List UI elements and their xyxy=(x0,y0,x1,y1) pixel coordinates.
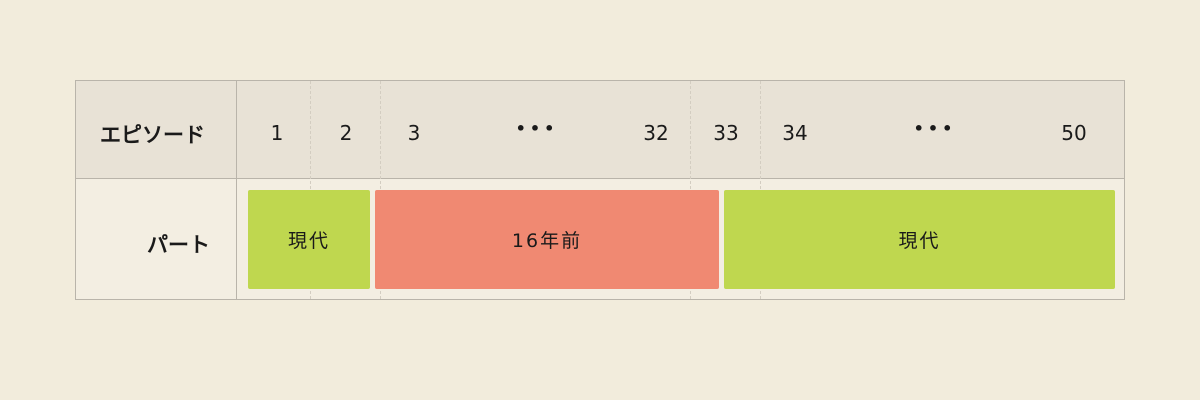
part-row-label: パート xyxy=(147,233,210,257)
episode-number-32: 32 xyxy=(643,121,669,145)
episode-part-table: エピソード 1 2 3 ••• 32 33 34 ••• 50 パート 現代 1… xyxy=(75,80,1125,300)
episode-row-label: エピソード xyxy=(100,123,205,147)
episode-ellipsis: ••• xyxy=(913,119,957,138)
episode-number-2: 2 xyxy=(339,121,353,145)
episode-number-34: 34 xyxy=(782,121,808,145)
part-segment-16-years-ago: 16年前 xyxy=(375,190,719,289)
episode-number-1: 1 xyxy=(270,121,284,145)
episode-ellipsis: ••• xyxy=(515,119,559,138)
part-segment-present-1: 現代 xyxy=(248,190,370,289)
episode-header-row xyxy=(76,81,1124,179)
episode-number-50: 50 xyxy=(1061,121,1087,145)
episode-number-3: 3 xyxy=(407,121,421,145)
part-segment-present-2: 現代 xyxy=(724,190,1115,289)
label-column-divider xyxy=(236,81,237,299)
episode-number-33: 33 xyxy=(713,121,739,145)
